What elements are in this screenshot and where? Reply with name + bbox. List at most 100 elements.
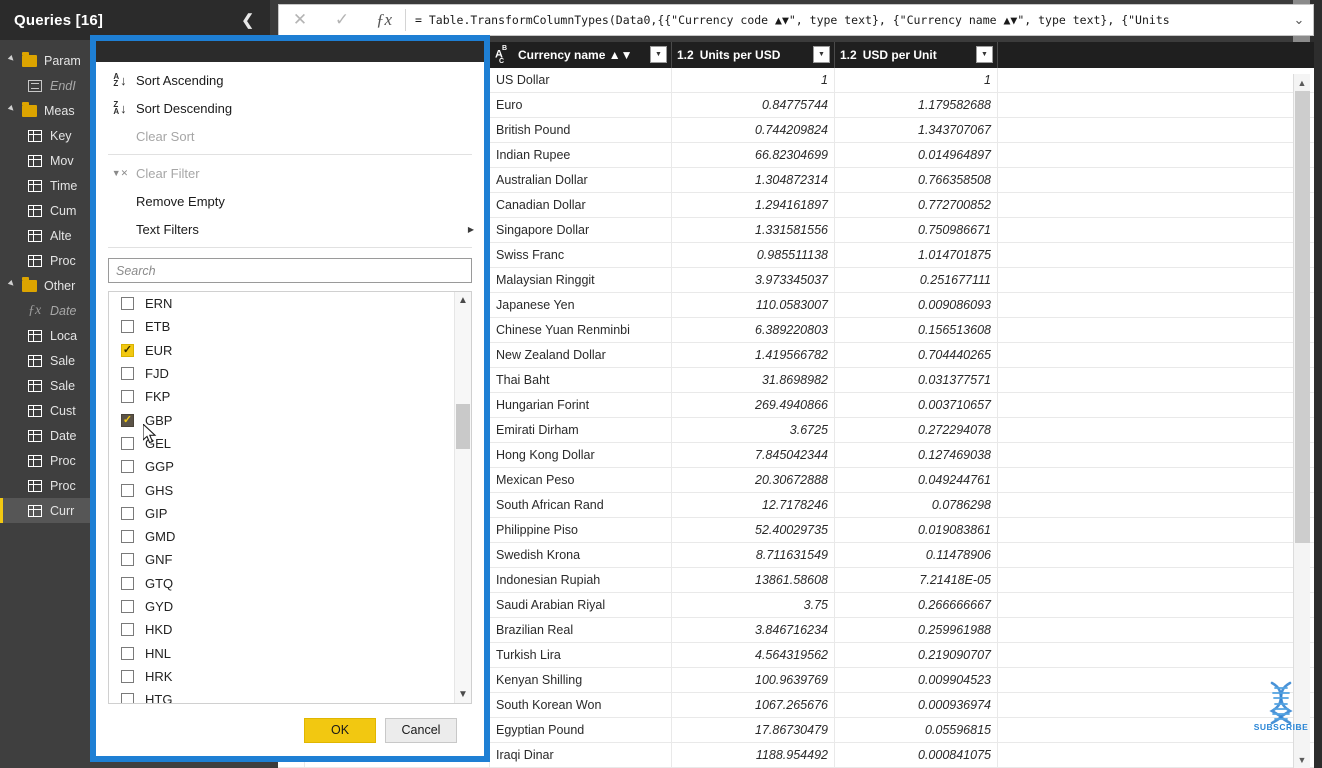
filter-value-list: ERN ETB EUR FJD FKP GBP GEL GGP GHS GIP GMD GNF GTQ G… [108, 291, 472, 704]
cell-usd-per-unit: 0.259961988 [835, 618, 998, 642]
filter-option-hrk[interactable]: HRK [109, 665, 454, 688]
filter-option-gyd[interactable]: GYD [109, 595, 454, 618]
column-filter-button-units-per-usd[interactable]: ▼ [813, 46, 830, 63]
cell-filler [998, 518, 1314, 542]
filter-option-gel[interactable]: GEL [109, 432, 454, 455]
scroll-down-icon[interactable]: ▼ [455, 686, 471, 703]
filter-option-label: HKD [145, 622, 173, 638]
checkbox[interactable] [121, 483, 134, 497]
cell-currency-name: Indonesian Rupiah [490, 568, 672, 592]
scroll-down-icon[interactable]: ▼ [1294, 751, 1310, 768]
grid-vertical-scrollbar[interactable]: ▲ ▼ [1293, 74, 1310, 768]
cell-filler [998, 293, 1314, 317]
filter-option-htg[interactable]: HTG [109, 688, 454, 703]
checkbox[interactable] [121, 297, 134, 311]
folder-icon [22, 276, 44, 292]
checkbox[interactable] [121, 693, 134, 703]
sidebar-item-label: Other [44, 278, 76, 293]
scrollbar-thumb[interactable] [456, 404, 470, 449]
cell-filler [998, 343, 1314, 367]
checkbox[interactable] [121, 506, 134, 520]
sidebar-item-label: Cust [50, 403, 76, 418]
filter-option-ern[interactable]: ERN [109, 292, 454, 315]
checkbox[interactable] [121, 460, 134, 474]
filter-option-eur[interactable]: EUR [109, 339, 454, 362]
sidebar-item-label: Key [50, 128, 72, 143]
scroll-up-icon[interactable]: ▲ [455, 292, 471, 309]
checkbox[interactable] [121, 669, 134, 683]
filter-option-gnf[interactable]: GNF [109, 548, 454, 571]
cell-units-per-usd: 7.845042344 [672, 443, 835, 467]
menu-item-remove-empty[interactable]: Remove Empty [96, 187, 484, 215]
menu-item-sort-ascending[interactable]: A Z ↓ Sort Ascending [96, 66, 484, 94]
table-icon [28, 504, 50, 517]
caret-icon[interactable]: ▶ [7, 278, 21, 292]
caret-icon[interactable]: ▶ [7, 103, 21, 117]
filter-list-scrollbar[interactable]: ▲ ▼ [454, 292, 471, 703]
checkbox[interactable] [121, 320, 134, 334]
filter-option-ggp[interactable]: GGP [109, 455, 454, 478]
filter-option-fjd[interactable]: FJD [109, 362, 454, 385]
caret-icon[interactable]: ▶ [7, 53, 21, 67]
column-header-usd-per-unit[interactable]: 1.2 USD per Unit ▼ [835, 42, 998, 68]
filter-option-hkd[interactable]: HKD [109, 618, 454, 641]
cell-usd-per-unit: 0.000936974 [835, 693, 998, 717]
checkbox[interactable] [121, 390, 134, 404]
filter-option-gmd[interactable]: GMD [109, 525, 454, 548]
column-filter-button-usd-per-unit[interactable]: ▼ [976, 46, 993, 63]
search-input[interactable] [108, 258, 472, 283]
filter-option-gbp[interactable]: GBP [109, 408, 454, 431]
cell-filler [998, 218, 1314, 242]
filter-option-fkp[interactable]: FKP [109, 385, 454, 408]
ok-button[interactable]: OK [304, 717, 376, 743]
filter-option-etb[interactable]: ETB [109, 315, 454, 338]
table-icon [28, 404, 50, 417]
column-filter-button-currency-name[interactable]: ▼ [650, 46, 667, 63]
cell-currency-name: Malaysian Ringgit [490, 268, 672, 292]
checkbox[interactable] [121, 413, 134, 427]
filter-option-ghs[interactable]: GHS [109, 478, 454, 501]
cell-units-per-usd: 8.711631549 [672, 543, 835, 567]
cell-currency-name: South Korean Won [490, 693, 672, 717]
sidebar-item-label: Date [50, 303, 77, 318]
scrollbar-thumb[interactable] [1295, 91, 1310, 543]
checkbox[interactable] [121, 343, 134, 357]
cell-units-per-usd: 0.744209824 [672, 118, 835, 142]
cell-units-per-usd: 3.6725 [672, 418, 835, 442]
checkbox[interactable] [121, 646, 134, 660]
cell-units-per-usd: 6.389220803 [672, 318, 835, 342]
column-header-currency-name[interactable]: ABC Currency name ▲▼ ▼ [490, 42, 672, 68]
filter-option-label: GYD [145, 599, 174, 614]
cell-usd-per-unit: 0.000841075 [835, 743, 998, 767]
filter-option-gtq[interactable]: GTQ [109, 572, 454, 595]
checkbox[interactable] [121, 600, 134, 613]
filter-option-label: GEL [145, 435, 172, 451]
cancel-button[interactable]: Cancel [385, 717, 457, 743]
menu-item-text-filters[interactable]: Text Filters ▶ [96, 215, 484, 243]
close-icon[interactable]: ✕ [279, 5, 321, 35]
checkbox[interactable] [121, 553, 134, 567]
checkbox[interactable] [121, 530, 134, 544]
dropdown-footer: OK Cancel [96, 704, 484, 756]
sidebar-item-label: Alte [50, 228, 72, 243]
filter-option-hnl[interactable]: HNL [109, 641, 454, 664]
chevron-down-icon[interactable]: ⌄ [1285, 5, 1313, 35]
formula-input[interactable]: = Table.TransformColumnTypes(Data0,{{"Cu… [406, 5, 1285, 35]
folder-icon [22, 51, 44, 67]
column-filter-dropdown: A Z ↓ Sort Ascending Z A ↓ Sort Descending Clear… [90, 35, 490, 762]
checkbox[interactable] [121, 436, 134, 450]
chevron-left-icon[interactable]: ❮ [235, 11, 260, 29]
cell-filler [998, 568, 1314, 592]
filter-option-gip[interactable]: GIP [109, 502, 454, 525]
checkbox[interactable] [121, 576, 134, 590]
checkbox[interactable] [121, 623, 134, 637]
column-header-units-per-usd[interactable]: 1.2 Units per USD ▼ [672, 42, 835, 68]
cell-usd-per-unit: 0.003710657 [835, 393, 998, 417]
table-icon [28, 379, 50, 392]
scroll-up-icon[interactable]: ▲ [1294, 74, 1310, 91]
menu-item-sort-descending[interactable]: Z A ↓ Sort Descending [96, 94, 484, 122]
checkmark-icon[interactable]: ✓ [321, 5, 363, 35]
filter-option-label: GTQ [145, 575, 174, 591]
cell-units-per-usd: 269.4940866 [672, 393, 835, 417]
checkbox[interactable] [121, 367, 134, 381]
